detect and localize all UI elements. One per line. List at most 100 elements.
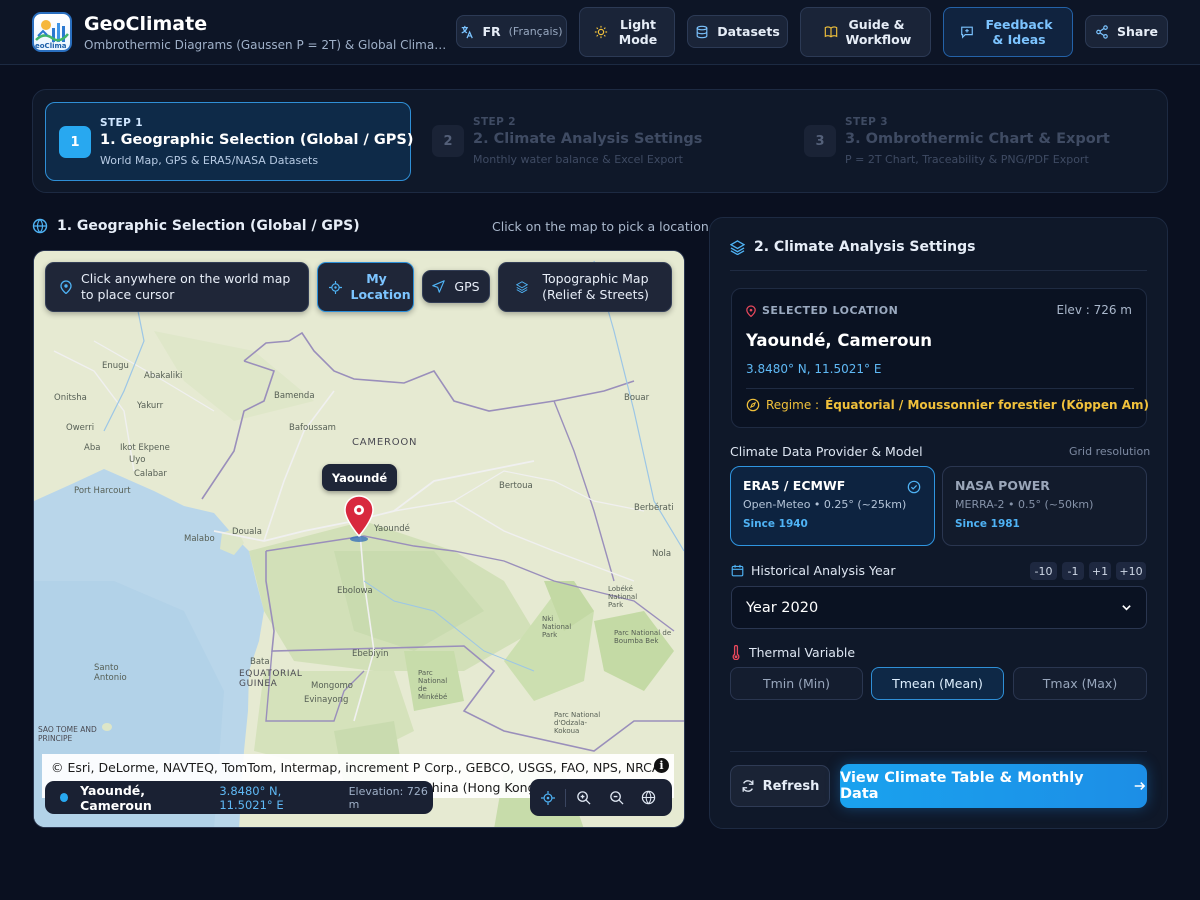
step-2-kicker: STEP 2 bbox=[473, 116, 516, 128]
zoom-in-icon[interactable] bbox=[566, 790, 600, 805]
provider-era5-detail: Open-Meteo • 0.25° (~25km) bbox=[743, 498, 907, 511]
refresh-label: Refresh bbox=[762, 778, 820, 794]
language-button[interactable]: FR (Français) bbox=[456, 15, 567, 48]
navigation-icon bbox=[432, 280, 446, 293]
thermal-option-tmax[interactable]: Tmax (Max) bbox=[1013, 667, 1147, 700]
step-2-desc: Monthly water balance & Excel Export bbox=[473, 153, 683, 166]
feedback-button[interactable]: Feedback & Ideas bbox=[943, 7, 1073, 57]
thermal-option-tmin[interactable]: Tmin (Min) bbox=[730, 667, 863, 700]
map-label: Parc National de Boumba Bek bbox=[614, 629, 672, 645]
my-location-button[interactable]: My Location bbox=[317, 262, 414, 312]
provider-nasa-name: NASA POWER bbox=[955, 478, 1050, 493]
settings-title: 2. Climate Analysis Settings bbox=[730, 239, 976, 255]
refresh-icon bbox=[742, 780, 754, 792]
year-minus-1-button[interactable]: -1 bbox=[1062, 562, 1084, 580]
provider-era5-since: Since 1940 bbox=[743, 518, 808, 530]
year-title-text: Historical Analysis Year bbox=[751, 563, 896, 578]
map-label: Port Harcourt bbox=[74, 486, 131, 496]
message-icon bbox=[961, 26, 973, 39]
share-button[interactable]: Share bbox=[1085, 15, 1168, 48]
refresh-button[interactable]: Refresh bbox=[730, 765, 830, 807]
step-3-title: 3. Ombrothermic Chart & Export bbox=[845, 131, 1110, 147]
map-click-hint: Click anywhere on the world map to place… bbox=[45, 262, 309, 312]
map-label: Abakaliki bbox=[144, 371, 183, 381]
location-pin[interactable] bbox=[343, 494, 375, 542]
map-label: Uyo bbox=[129, 455, 146, 465]
year-minus-10-button[interactable]: -10 bbox=[1030, 562, 1057, 580]
calendar-icon bbox=[731, 564, 744, 577]
geo-section-title: 1. Geographic Selection (Global / GPS) bbox=[32, 218, 360, 234]
step-1-card[interactable]: 1 STEP 1 1. Geographic Selection (Global… bbox=[45, 102, 414, 181]
view-climate-table-button[interactable]: View Climate Table & Monthly Data bbox=[840, 764, 1147, 808]
datasets-label: Datasets bbox=[717, 24, 780, 39]
map-click-hint-text: Click anywhere on the world map to place… bbox=[81, 271, 291, 302]
settings-title-text: 2. Climate Analysis Settings bbox=[754, 239, 976, 255]
map-pin-icon bbox=[344, 495, 374, 542]
provider-era5-card[interactable]: ERA5 / ECMWF Open-Meteo • 0.25° (~25km) … bbox=[730, 466, 935, 546]
year-title: Historical Analysis Year bbox=[731, 563, 895, 578]
theme-label: Light Mode bbox=[618, 17, 658, 47]
selected-location-card: SELECTED LOCATION Elev : 726 m Yaoundé, … bbox=[731, 288, 1150, 428]
logo-text: eoClima bbox=[35, 42, 67, 50]
step-2-number: 2 bbox=[432, 125, 464, 157]
map-label: Enugu bbox=[102, 361, 129, 371]
app-header: eoClima GeoClimate Ombrothermic Diagrams… bbox=[0, 0, 1200, 65]
map-label: Bafoussam bbox=[289, 423, 336, 433]
grid-resolution-label: Grid resolution bbox=[1069, 445, 1151, 458]
thermal-option-tmean[interactable]: Tmean (Mean) bbox=[871, 667, 1004, 700]
provider-nasa-card[interactable]: NASA POWER MERRA-2 • 0.5° (~50km) Since … bbox=[942, 466, 1147, 546]
map-label: Onitsha bbox=[54, 393, 87, 403]
database-icon bbox=[696, 25, 708, 38]
map-label: CAMEROON bbox=[352, 437, 418, 448]
gps-button[interactable]: GPS bbox=[422, 270, 490, 303]
map-zoom-controls bbox=[530, 779, 672, 816]
year-select-value: Year 2020 bbox=[746, 599, 819, 616]
step-3-desc: P = 2T Chart, Traceability & PNG/PDF Exp… bbox=[845, 153, 1089, 166]
map-label: Parc National d'Odzala-Kokoua bbox=[554, 711, 601, 735]
map-label: Berbérati bbox=[634, 503, 674, 513]
map-label: Ebebiyin bbox=[352, 649, 389, 659]
guide-button[interactable]: Guide & Workflow bbox=[800, 7, 931, 57]
provider-nasa-detail: MERRA-2 • 0.5° (~50km) bbox=[955, 498, 1094, 511]
step-3-kicker: STEP 3 bbox=[845, 116, 888, 128]
map-style-button[interactable]: Topographic Map (Relief & Streets) bbox=[498, 262, 672, 312]
map-label: Yaoundé bbox=[374, 524, 410, 534]
map-label: Aba bbox=[84, 443, 101, 453]
regime-value: Équatorial / Moussonnier forestier (Köpp… bbox=[825, 398, 1150, 412]
status-place: Yaoundé, Cameroun bbox=[80, 782, 152, 813]
app-logo: eoClima bbox=[32, 12, 72, 52]
step-1-number: 1 bbox=[59, 126, 91, 158]
info-icon[interactable]: i bbox=[654, 758, 669, 773]
language-name: (Français) bbox=[508, 25, 563, 38]
world-map[interactable]: Enugu Abakaliki Onitsha Yakurr Owerri Ab… bbox=[33, 250, 685, 828]
step-2-card[interactable]: 2 STEP 2 2. Climate Analysis Settings Mo… bbox=[419, 102, 783, 181]
theme-toggle-button[interactable]: Light Mode bbox=[579, 7, 675, 57]
attribution-line-1: © Esri, DeLorme, NAVTEQ, TomTom, Interma… bbox=[51, 760, 665, 775]
step-1-title: 1. Geographic Selection (Global / GPS) bbox=[100, 132, 414, 148]
layers-icon bbox=[515, 281, 528, 293]
layers-icon bbox=[730, 239, 745, 255]
my-location-label: My Location bbox=[350, 271, 411, 302]
location-name: Yaoundé, Cameroun bbox=[746, 331, 933, 350]
elevation-value: Elev : 726 m bbox=[1056, 303, 1132, 317]
actions-divider bbox=[730, 751, 1147, 752]
globe-icon bbox=[32, 218, 48, 234]
map-label: SAO TOME AND PRINCIPE bbox=[38, 725, 97, 743]
regime-label: Regime : bbox=[766, 398, 820, 412]
map-pin-outline-icon bbox=[60, 280, 72, 294]
year-plus-10-button[interactable]: +10 bbox=[1116, 562, 1146, 580]
locate-me-icon[interactable] bbox=[530, 790, 565, 805]
feedback-label: Feedback & Ideas bbox=[985, 17, 1053, 47]
world-view-icon[interactable] bbox=[632, 790, 664, 805]
zoom-out-icon[interactable] bbox=[600, 790, 632, 805]
status-dot bbox=[60, 793, 69, 802]
thermometer-icon bbox=[732, 645, 740, 660]
step-3-card[interactable]: 3 STEP 3 3. Ombrothermic Chart & Export … bbox=[791, 102, 1157, 181]
map-label: Mongomo bbox=[311, 681, 353, 691]
year-select[interactable]: Year 2020 bbox=[731, 586, 1147, 629]
arrow-right-icon bbox=[1134, 782, 1146, 790]
datasets-button[interactable]: Datasets bbox=[687, 15, 788, 48]
year-plus-1-button[interactable]: +1 bbox=[1089, 562, 1111, 580]
crosshair-icon bbox=[328, 280, 342, 294]
map-label: Bata bbox=[250, 657, 270, 667]
